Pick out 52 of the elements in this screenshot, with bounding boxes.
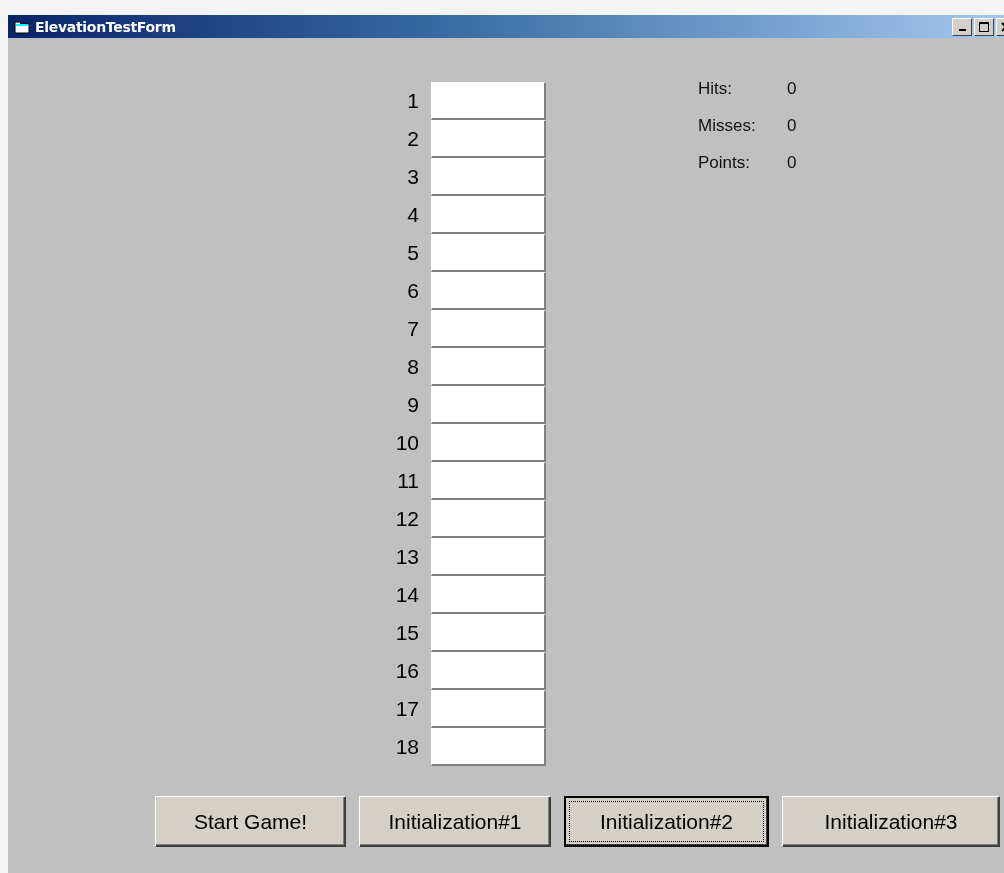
input-field[interactable]	[431, 614, 546, 652]
maximize-icon	[978, 20, 990, 33]
row-number: 3	[406, 165, 420, 189]
input-field[interactable]	[431, 386, 546, 424]
input-field[interactable]	[431, 424, 546, 462]
row-number: 16	[394, 659, 420, 683]
action-button[interactable]: Start Game!	[155, 796, 346, 847]
row-number: 6	[406, 279, 420, 303]
stat-label: Points:	[698, 153, 751, 173]
maximize-button[interactable]	[974, 17, 994, 36]
window-title: ElevationTestForm	[35, 18, 177, 35]
input-field[interactable]	[431, 120, 546, 158]
input-field[interactable]	[431, 82, 546, 120]
row-number: 17	[394, 697, 420, 721]
row-number: 15	[394, 621, 420, 645]
row-number: 13	[394, 545, 420, 569]
input-field[interactable]	[431, 500, 546, 538]
minimize-button[interactable]	[952, 17, 972, 36]
stat-value: 0	[787, 79, 797, 99]
input-field[interactable]	[431, 310, 546, 348]
input-field[interactable]	[431, 348, 546, 386]
row-number: 12	[394, 507, 420, 531]
row-number: 10	[394, 431, 420, 455]
row-number: 5	[406, 241, 420, 265]
input-field[interactable]	[431, 196, 546, 234]
row-number: 14	[394, 583, 420, 607]
row-number: 4	[406, 203, 420, 227]
input-field[interactable]	[431, 462, 546, 500]
input-field[interactable]	[431, 728, 546, 766]
input-field[interactable]	[431, 652, 546, 690]
row-number: 2	[406, 127, 420, 151]
input-field[interactable]	[431, 234, 546, 272]
action-button[interactable]: Initialization#1	[359, 796, 551, 847]
row-number: 18	[394, 735, 420, 759]
row-number: 9	[406, 393, 420, 417]
row-number: 11	[396, 469, 420, 493]
input-field[interactable]	[431, 538, 546, 576]
input-field[interactable]	[431, 576, 546, 614]
action-button[interactable]: Initialization#2	[564, 796, 769, 847]
stat-value: 0	[787, 153, 797, 173]
row-number: 8	[406, 355, 420, 379]
minimize-icon	[958, 29, 966, 31]
row-number: 7	[406, 317, 420, 341]
stat-label: Hits:	[698, 79, 733, 99]
stat-value: 0	[787, 116, 797, 136]
stat-label: Misses:	[698, 116, 757, 136]
input-field[interactable]	[431, 272, 546, 310]
input-field[interactable]	[431, 690, 546, 728]
row-number: 1	[406, 89, 420, 113]
input-field[interactable]	[431, 158, 546, 196]
folder-icon	[14, 19, 30, 34]
action-button[interactable]: Initialization#3	[782, 796, 1000, 847]
